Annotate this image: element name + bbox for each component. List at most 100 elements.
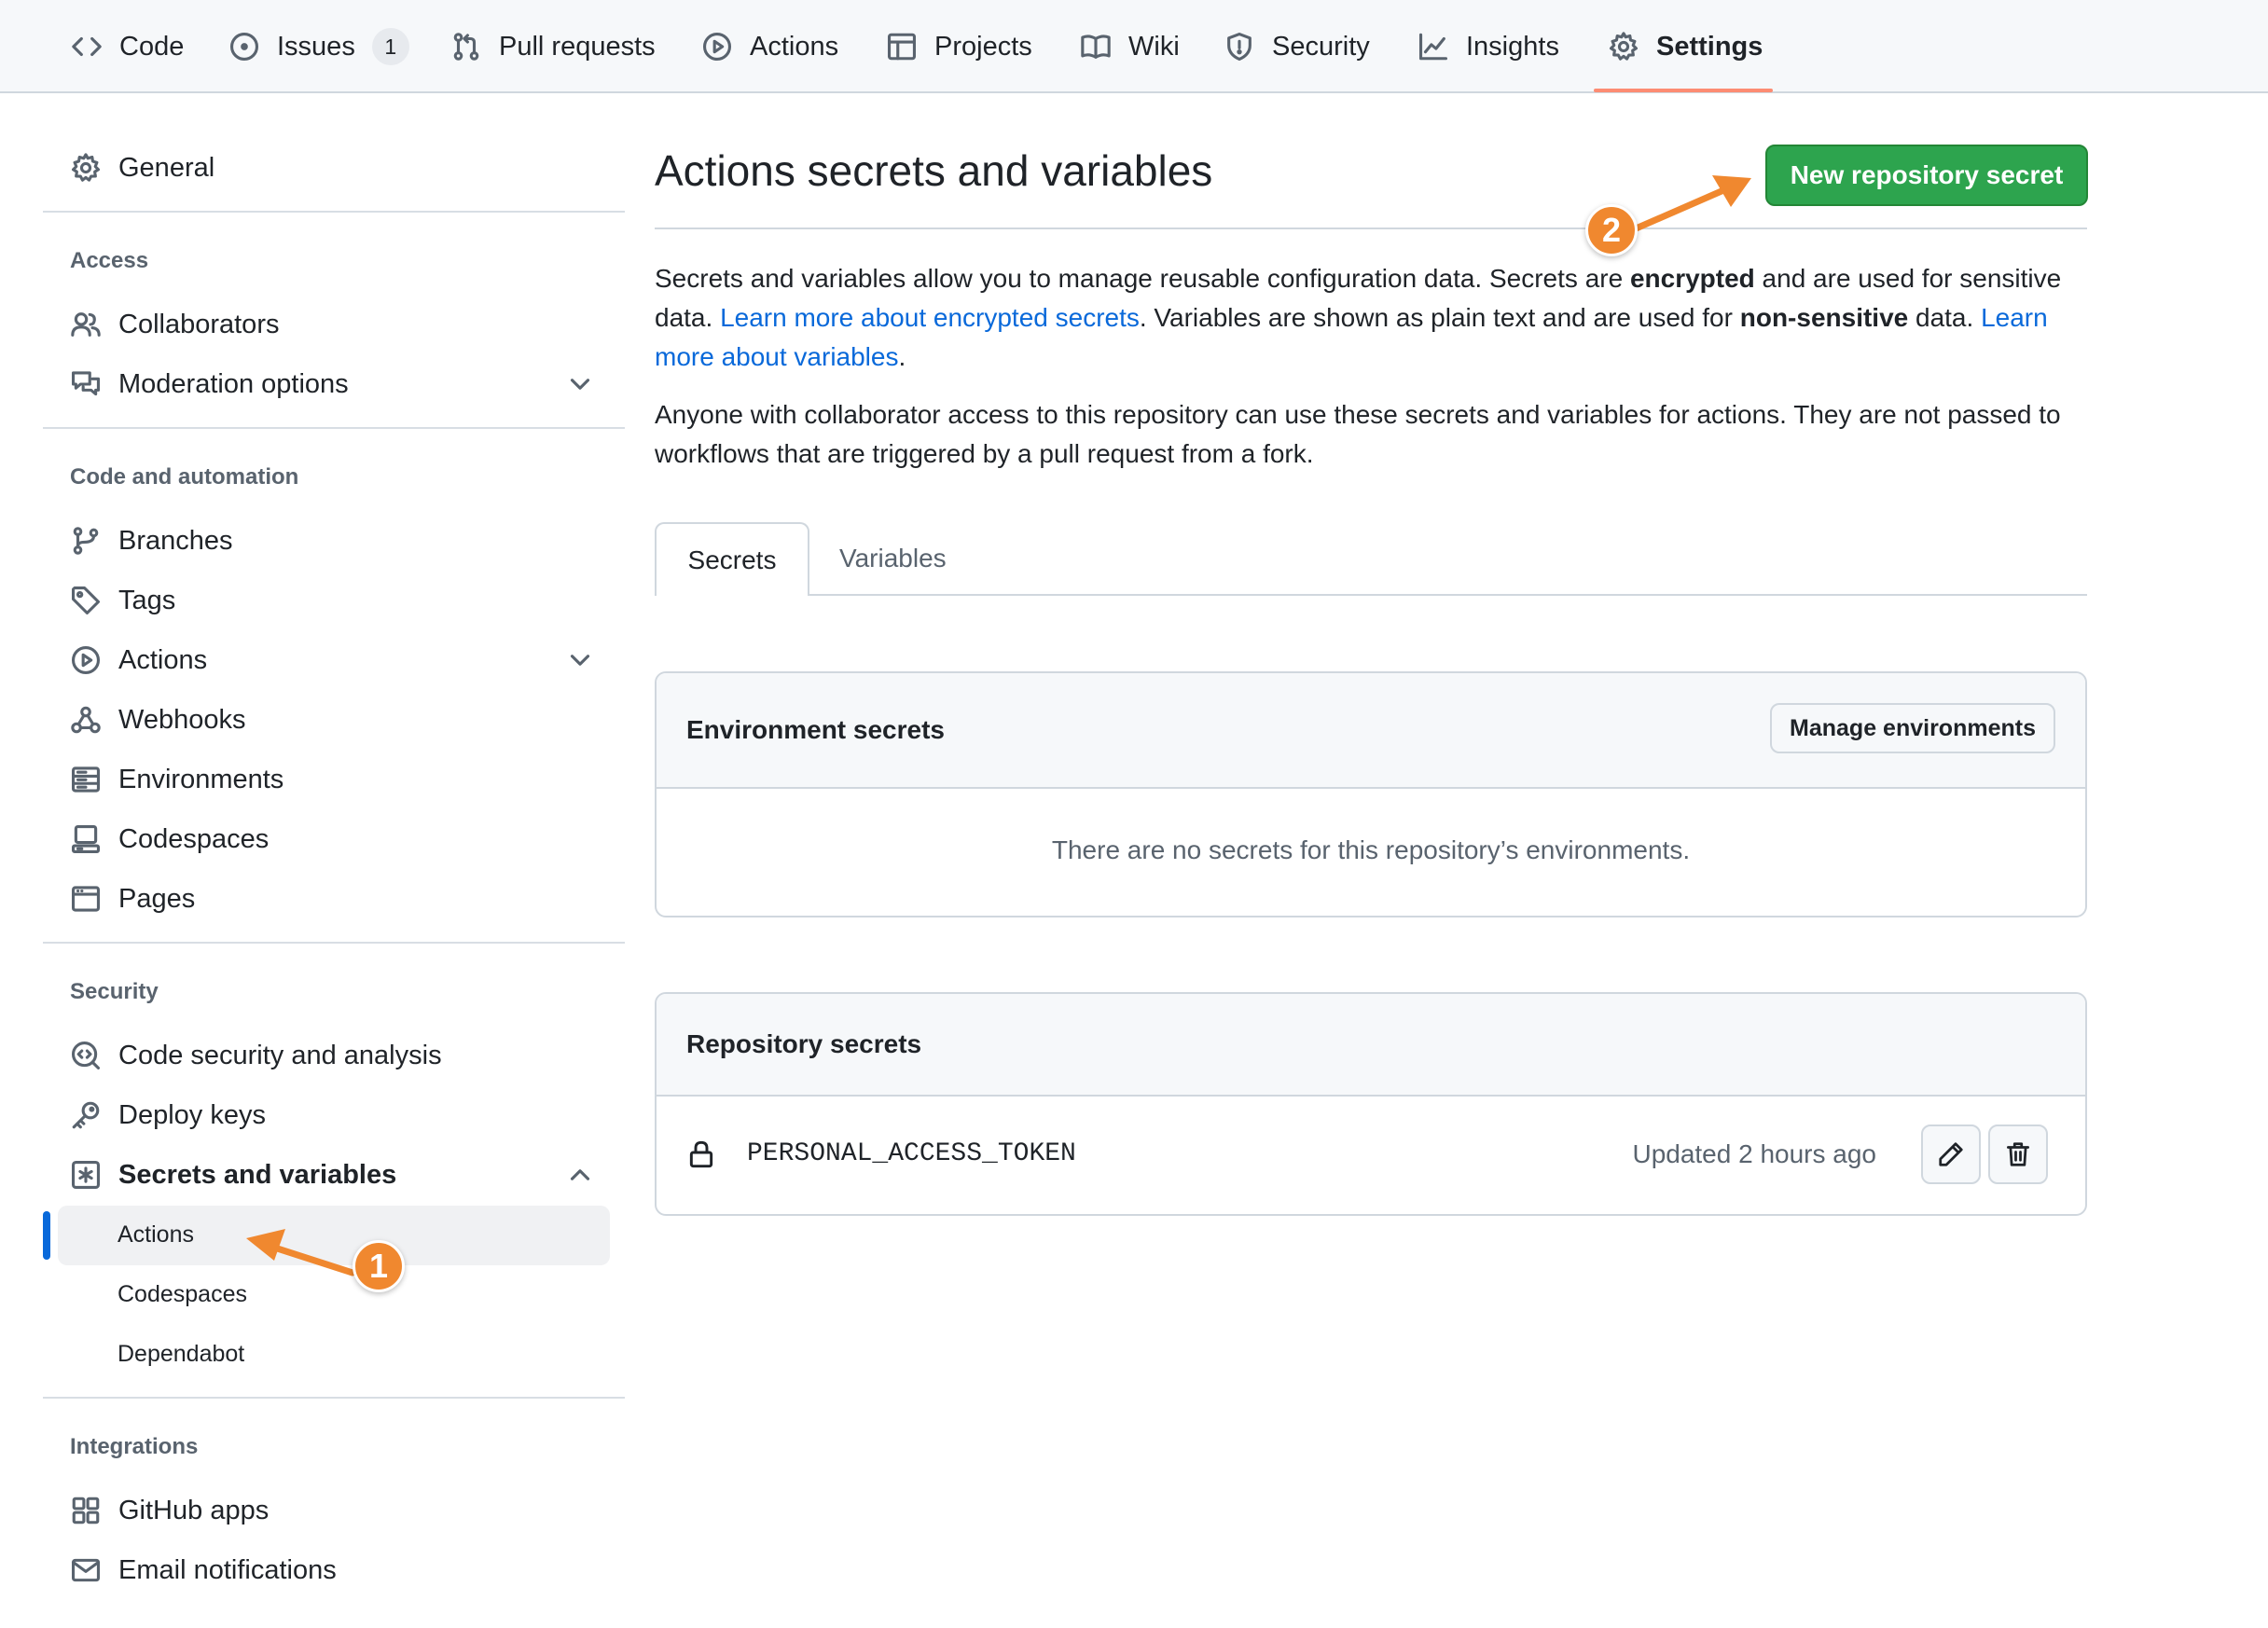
tab-secrets[interactable]: Secrets bbox=[655, 522, 809, 596]
play-icon bbox=[71, 645, 101, 675]
sidebar-item-branches[interactable]: Branches bbox=[70, 518, 233, 563]
sidebar-item-label: Deploy keys bbox=[118, 1099, 266, 1130]
environment-secrets-empty-message: There are no secrets for this repository… bbox=[1051, 835, 1691, 864]
sidebar-heading-code-automation: Code and automation bbox=[70, 464, 299, 490]
annotation-callout-2: 2 bbox=[1585, 204, 1638, 256]
tabs-divider bbox=[655, 594, 2087, 596]
sidebar-item-label: Branches bbox=[118, 525, 233, 556]
webhook-icon bbox=[71, 706, 101, 734]
tab-wiki[interactable]: Wiki bbox=[1080, 0, 1180, 93]
gear-icon bbox=[71, 153, 101, 182]
chevron-down-icon[interactable] bbox=[564, 368, 596, 400]
comment-discussion-icon bbox=[71, 371, 101, 396]
environment-secrets-box: Environment secrets Manage environments … bbox=[655, 671, 2087, 917]
sidebar-subitem-codespaces[interactable]: Codespaces bbox=[118, 1281, 247, 1308]
sidebar-item-email-notifications[interactable]: Email notifications bbox=[70, 1548, 337, 1593]
key-icon bbox=[72, 1101, 100, 1129]
sidebar-divider bbox=[43, 211, 625, 213]
codescan-icon bbox=[71, 1041, 101, 1070]
intro-bold-non-sensitive: non-sensitive bbox=[1739, 303, 1909, 332]
table-icon bbox=[887, 33, 917, 61]
repository-secrets-header: Repository secrets bbox=[657, 994, 2085, 1097]
tab-issues[interactable]: Issues 1 bbox=[228, 0, 409, 93]
sidebar-item-label: Environments bbox=[118, 764, 284, 794]
repository-secrets-box: Repository secrets PERSONAL_ACCESS_TOKEN… bbox=[655, 992, 2087, 1216]
intro-paragraph: Secrets and variables allow you to manag… bbox=[655, 259, 2087, 377]
shield-icon bbox=[1227, 32, 1252, 62]
sidebar-item-label: Tags bbox=[118, 585, 176, 615]
annotation-arrow-2 bbox=[1630, 181, 1740, 233]
gear-icon bbox=[1609, 32, 1639, 61]
tab-label: Projects bbox=[934, 31, 1032, 62]
pencil-icon bbox=[1939, 1142, 1963, 1166]
intro-text: Secrets and variables allow you to manag… bbox=[655, 264, 1630, 293]
trash-icon bbox=[2007, 1142, 2029, 1166]
tab-projects[interactable]: Projects bbox=[886, 0, 1032, 93]
sidebar-item-secrets-variables[interactable]: Secrets and variables bbox=[70, 1152, 396, 1197]
title-divider bbox=[655, 228, 2087, 229]
browser-icon bbox=[71, 886, 101, 912]
chevron-up-icon[interactable] bbox=[564, 1159, 596, 1191]
sidebar-subitem-dependabot[interactable]: Dependabot bbox=[118, 1341, 244, 1368]
intro-text: . bbox=[898, 342, 906, 371]
environment-secrets-header: Environment secrets Manage environments bbox=[657, 673, 2085, 789]
git-pull-request-icon bbox=[453, 33, 479, 61]
sidebar-subitem-actions[interactable]: Actions bbox=[118, 1221, 194, 1249]
manage-environments-button[interactable]: Manage environments bbox=[1770, 703, 2055, 753]
sidebar-item-github-apps[interactable]: GitHub apps bbox=[70, 1488, 269, 1533]
tab-security[interactable]: Security bbox=[1224, 0, 1370, 93]
new-repository-secret-button[interactable]: New repository secret bbox=[1765, 145, 2088, 206]
sidebar-item-webhooks[interactable]: Webhooks bbox=[70, 697, 246, 742]
codespaces-icon bbox=[71, 824, 101, 854]
sidebar-item-general[interactable]: General bbox=[70, 145, 214, 190]
sidebar-item-actions[interactable]: Actions bbox=[70, 638, 207, 683]
tab-insights[interactable]: Insights bbox=[1418, 0, 1559, 93]
tab-label: Settings bbox=[1656, 31, 1763, 62]
sidebar-item-pages[interactable]: Pages bbox=[70, 876, 195, 921]
repository-secrets-title: Repository secrets bbox=[686, 1029, 922, 1058]
tab-label: Insights bbox=[1466, 31, 1559, 62]
issue-opened-icon bbox=[229, 32, 259, 62]
access-paragraph: Anyone with collaborator access to this … bbox=[655, 400, 2061, 468]
tab-code[interactable]: Code bbox=[71, 0, 184, 93]
sidebar-item-label: Collaborators bbox=[118, 309, 280, 339]
git-branch-icon bbox=[73, 527, 99, 555]
sidebar-item-label: Actions bbox=[118, 644, 208, 675]
tab-variables[interactable]: Variables bbox=[839, 522, 947, 594]
mail-icon bbox=[71, 1558, 101, 1582]
sidebar-heading-access: Access bbox=[70, 248, 149, 273]
active-item-indicator bbox=[43, 1211, 50, 1260]
sidebar-item-tags[interactable]: Tags bbox=[70, 578, 175, 623]
intro-text: . Variables are shown as plain text and … bbox=[1139, 303, 1740, 332]
sidebar-divider bbox=[43, 1397, 625, 1399]
server-icon bbox=[71, 766, 101, 793]
sidebar-item-label: Pages bbox=[118, 883, 196, 914]
selected-tab-underline bbox=[1594, 89, 1773, 92]
tab-label: Security bbox=[1272, 31, 1370, 62]
lock-icon bbox=[689, 1140, 713, 1168]
chevron-down-icon[interactable] bbox=[564, 644, 596, 676]
book-icon bbox=[1081, 34, 1111, 59]
sidebar-heading-security: Security bbox=[70, 979, 159, 1004]
sidebar-item-label: GitHub apps bbox=[118, 1495, 270, 1525]
tab-label: Issues bbox=[277, 31, 355, 62]
graph-icon bbox=[1418, 33, 1448, 61]
sidebar-divider bbox=[43, 427, 625, 429]
tab-settings[interactable]: Settings bbox=[1608, 0, 1763, 93]
delete-secret-button[interactable] bbox=[1988, 1124, 2048, 1184]
sidebar-item-label: Moderation options bbox=[118, 368, 349, 399]
learn-more-encrypted-secrets-link[interactable]: Learn more about encrypted secrets bbox=[720, 303, 1140, 332]
sidebar-item-codespaces[interactable]: Codespaces bbox=[70, 817, 269, 862]
sidebar-item-environments[interactable]: Environments bbox=[70, 757, 284, 802]
sidebar-item-collaborators[interactable]: Collaborators bbox=[70, 302, 279, 347]
tab-actions[interactable]: Actions bbox=[701, 0, 838, 93]
sidebar-item-code-security[interactable]: Code security and analysis bbox=[70, 1033, 442, 1078]
sidebar-item-deploy-keys[interactable]: Deploy keys bbox=[70, 1093, 266, 1138]
edit-secret-button[interactable] bbox=[1921, 1124, 1981, 1184]
sidebar-divider bbox=[43, 942, 625, 944]
sidebar-item-label: Webhooks bbox=[118, 704, 246, 735]
tab-pull-requests[interactable]: Pull requests bbox=[450, 0, 656, 93]
sidebar-item-moderation[interactable]: Moderation options bbox=[70, 362, 349, 407]
annotation-arrowhead-2 bbox=[1712, 175, 1751, 207]
sidebar-item-label: Email notifications bbox=[118, 1554, 337, 1585]
